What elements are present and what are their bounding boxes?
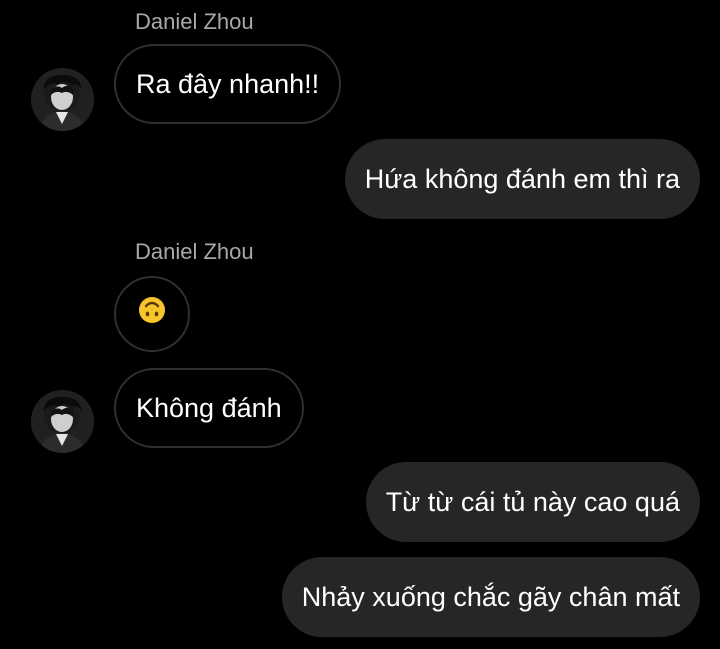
avatar-daniel-zhou[interactable] [31,390,94,453]
avatar-daniel-zhou[interactable] [31,68,94,131]
sender-name: Daniel Zhou [135,9,254,34]
message-bubble-incoming[interactable]: Không đánh [114,368,304,448]
upside-down-face-icon [137,280,167,352]
message-text: Ra đây nhanh!! [136,69,320,99]
message-bubble-incoming-emoji[interactable] [114,276,190,352]
message-bubble-outgoing[interactable]: Từ từ cái tủ này cao quá [365,462,700,542]
message-text: Nhảy xuống chắc gãy chân mất [301,582,680,612]
message-text: Không đánh [136,393,282,423]
message-bubble-incoming[interactable]: Ra đây nhanh!! [114,44,342,124]
sender-name: Daniel Zhou [135,239,254,264]
message-bubble-outgoing[interactable]: Nhảy xuống chắc gãy chân mất [281,557,700,637]
message-text: Từ từ cái tủ này cao quá [385,487,680,517]
message-bubble-outgoing[interactable]: Hứa không đánh em thì ra [344,139,700,219]
message-text: Hứa không đánh em thì ra [364,164,680,194]
